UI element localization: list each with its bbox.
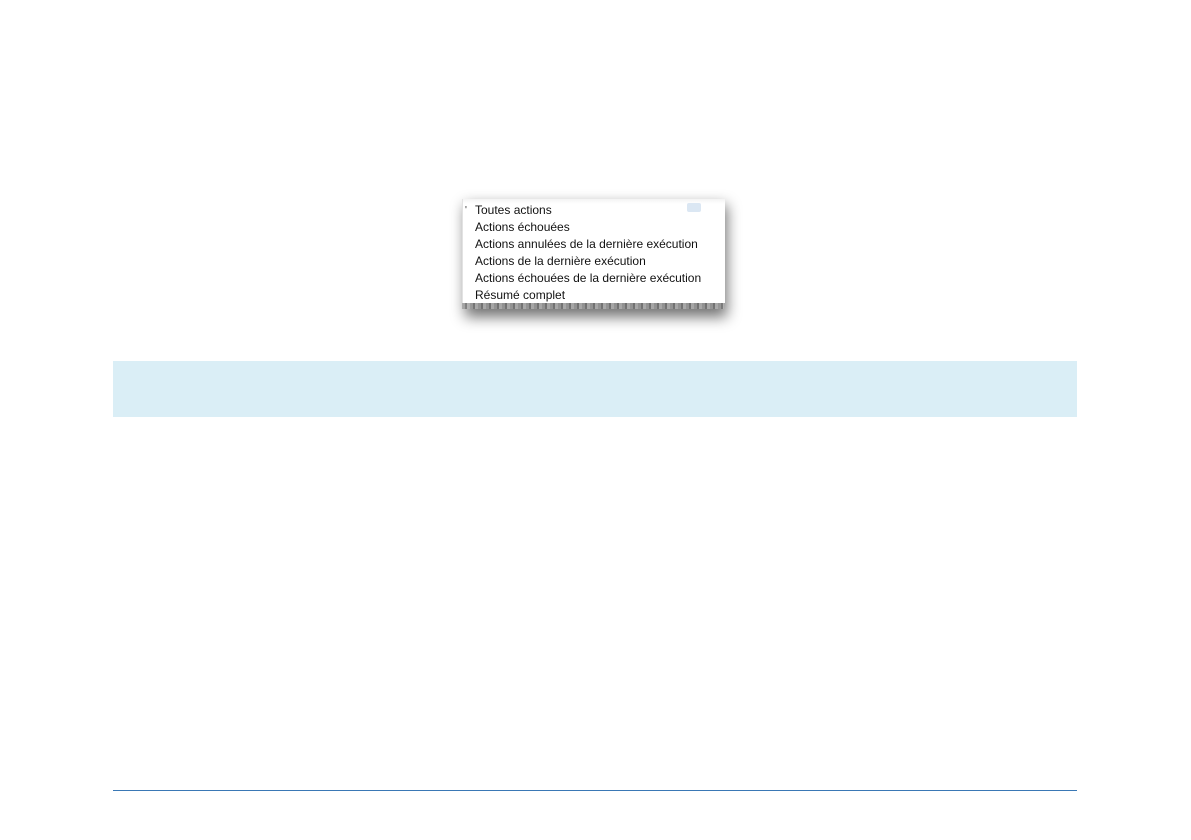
info-band	[113, 361, 1077, 417]
menu-item-actions-echouees-derniere-execution[interactable]: Actions échouées de la dernière exécutio…	[463, 270, 725, 287]
menu-item-resume-complet[interactable]: Résumé complet	[463, 287, 725, 304]
menu-item-actions-annulees-derniere-execution[interactable]: Actions annulées de la dernière exécutio…	[463, 236, 725, 253]
menu-item-label: Actions annulées de la dernière exécutio…	[475, 237, 698, 251]
menu-item-label: Résumé complet	[475, 288, 566, 302]
menu-item-actions-derniere-execution[interactable]: Actions de la dernière exécution	[463, 253, 725, 270]
footer-rule	[113, 790, 1077, 791]
filter-dropdown-menu: ' Toutes actions Actions échouées Action…	[462, 199, 727, 317]
menu-bottom-edge	[462, 303, 724, 309]
menu-item-label: Actions échouées de la dernière exécutio…	[475, 271, 702, 285]
menu-list: ' Toutes actions Actions échouées Action…	[463, 199, 725, 304]
menu-top-edge	[463, 199, 725, 204]
menu-background-artifact	[687, 203, 701, 212]
menu-item-label: Toutes actions	[475, 203, 552, 217]
menu-item-label: Actions échouées	[475, 220, 570, 234]
menu-item-label: Actions de la dernière exécution	[475, 254, 646, 268]
menu-item-toutes-actions[interactable]: ' Toutes actions	[463, 202, 725, 219]
menu-item-actions-echouees[interactable]: Actions échouées	[463, 219, 725, 236]
checkmark-icon: '	[465, 205, 467, 216]
menu-panel: ' Toutes actions Actions échouées Action…	[462, 199, 725, 303]
